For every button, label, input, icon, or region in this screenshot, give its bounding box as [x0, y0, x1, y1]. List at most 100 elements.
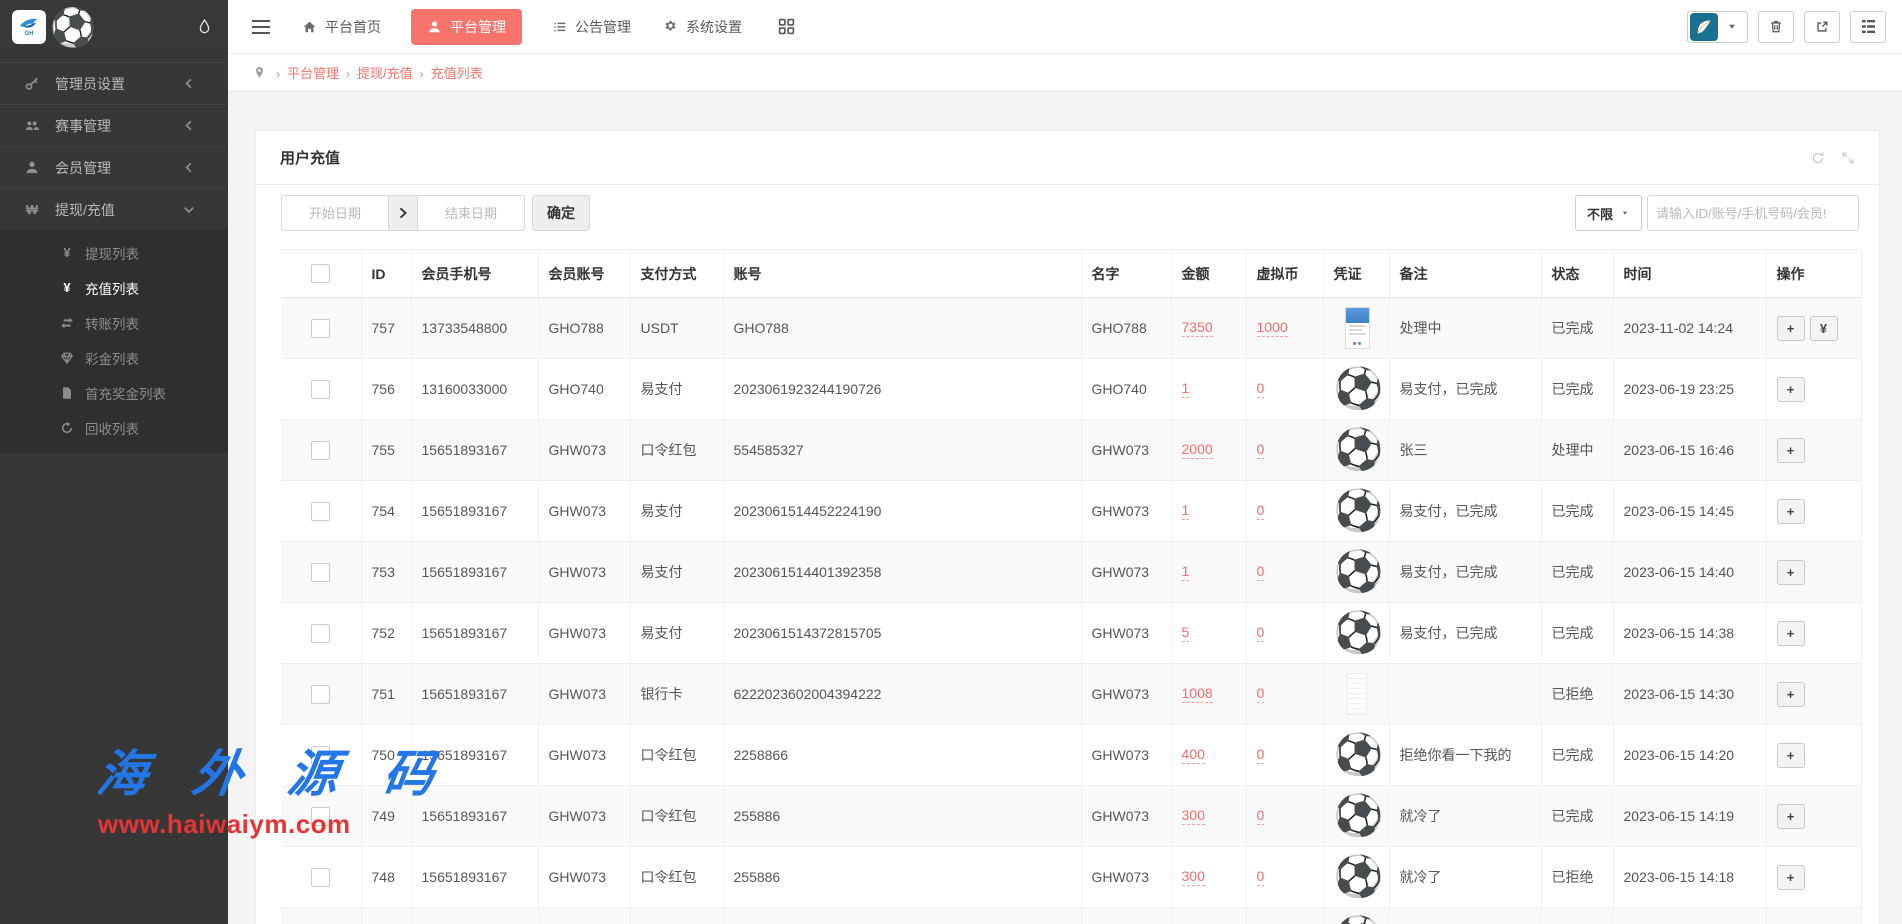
sidebar-item-label: 会员管理 — [55, 158, 111, 178]
row-checkbox[interactable] — [311, 685, 330, 704]
virtual-coin-link[interactable]: 0 — [1257, 807, 1265, 825]
sidebar-subitem-transfer-list[interactable]: 转账列表 — [0, 305, 228, 340]
virtual-coin-link[interactable]: 0 — [1257, 746, 1265, 764]
virtual-coin-link[interactable]: 0 — [1257, 441, 1265, 459]
amount-link[interactable]: 1 — [1182, 502, 1190, 520]
row-checkbox[interactable] — [311, 563, 330, 582]
sidebar-item-match-manage[interactable]: 赛事管理 — [0, 104, 228, 146]
expand-row-button[interactable]: + — [1777, 621, 1805, 646]
voucher-soccer-ball[interactable]: ⚽ — [1334, 430, 1384, 470]
amount-link[interactable]: 7350 — [1182, 319, 1213, 337]
expand-row-button[interactable]: + — [1777, 865, 1805, 890]
row-checkbox[interactable] — [311, 624, 330, 643]
grid-icon[interactable] — [778, 18, 795, 35]
expand-row-button[interactable]: + — [1777, 499, 1805, 524]
row-checkbox[interactable] — [311, 746, 330, 765]
cell-ops: + — [1766, 847, 1861, 908]
breadcrumb-separator: › — [346, 67, 350, 81]
end-date-input[interactable] — [417, 195, 525, 231]
expand-row-button[interactable]: + — [1777, 804, 1805, 829]
hamburger-icon[interactable] — [252, 20, 270, 34]
expand-row-button[interactable]: + — [1777, 377, 1805, 402]
cell-remark: 易支付，已完成 — [1389, 542, 1541, 603]
nav-item-platform-home[interactable]: 平台首页 — [300, 9, 383, 45]
virtual-coin-link[interactable]: 0 — [1257, 868, 1265, 886]
breadcrumb-link[interactable]: 平台管理 — [287, 66, 339, 81]
row-checkbox[interactable] — [311, 319, 330, 338]
recharge-panel: 用户充值 确定 — [255, 130, 1880, 924]
voucher-screenshot[interactable] — [1345, 307, 1370, 349]
virtual-coin-link[interactable]: 0 — [1257, 380, 1265, 398]
bird-logo: GH — [12, 10, 46, 44]
expand-icon[interactable] — [1841, 151, 1855, 165]
sidebar-subitem-first-recharge-bonus-list[interactable]: 首充奖金列表 — [0, 375, 228, 410]
sidebar-submenu: ¥提现列表 ¥充值列表 转账列表 彩金列表 首充奖金列表 回收列表 — [0, 230, 228, 453]
expand-row-button[interactable]: + — [1777, 743, 1805, 768]
amount-link[interactable]: 300 — [1182, 807, 1205, 825]
sidebar-item-member-manage[interactable]: 会员管理 — [0, 146, 228, 188]
scope-dropdown-button[interactable]: 不限 — [1575, 195, 1642, 231]
virtual-coin-link[interactable]: 0 — [1257, 685, 1265, 703]
cell-member-account: GHW073 — [538, 542, 630, 603]
row-checkbox[interactable] — [311, 380, 330, 399]
voucher-receipt[interactable] — [1347, 673, 1367, 715]
row-checkbox[interactable] — [311, 441, 330, 460]
nav-item-platform-manage[interactable]: 平台管理 — [411, 9, 522, 45]
sidebar-subitem-recharge-list[interactable]: ¥充值列表 — [0, 270, 228, 305]
voucher-soccer-ball[interactable]: ⚽ — [1334, 552, 1384, 592]
cell-phone: 13160033000 — [411, 359, 538, 420]
table-header-8: 虚拟币 — [1246, 250, 1323, 298]
breadcrumb-link[interactable]: 提现/充值 — [357, 66, 413, 81]
virtual-coin-link[interactable]: 0 — [1257, 563, 1265, 581]
table-row: 756 13160033000 GHO740 易支付 2023061923244… — [281, 359, 1861, 420]
amount-link[interactable]: 1008 — [1182, 685, 1213, 703]
account-dropdown-button[interactable] — [1687, 11, 1748, 43]
voucher-soccer-ball[interactable]: ⚽ — [1334, 918, 1384, 924]
sidebar-subitem-label: 回收列表 — [85, 418, 139, 438]
voucher-soccer-ball[interactable]: ⚽ — [1334, 857, 1384, 897]
virtual-coin-link[interactable]: 0 — [1257, 624, 1265, 642]
amount-link[interactable]: 2000 — [1182, 441, 1213, 459]
start-date-input[interactable] — [281, 195, 389, 231]
row-checkbox[interactable] — [311, 502, 330, 521]
select-all-checkbox[interactable] — [311, 264, 330, 283]
open-external-button[interactable] — [1804, 11, 1840, 43]
amount-link[interactable]: 1 — [1182, 380, 1190, 398]
row-checkbox[interactable] — [311, 868, 330, 887]
cell-pay-type: 口令红包 — [630, 786, 723, 847]
virtual-coin-link[interactable]: 0 — [1257, 502, 1265, 520]
confirm-button[interactable]: 确定 — [532, 195, 590, 231]
sidebar-subitem-bonus-list[interactable]: 彩金列表 — [0, 340, 228, 375]
expand-row-button[interactable]: + — [1777, 682, 1805, 707]
amount-link[interactable]: 5 — [1182, 624, 1190, 642]
amount-link[interactable]: 400 — [1182, 746, 1205, 764]
sidebar-item-label: 提现/充值 — [55, 200, 115, 220]
voucher-soccer-ball[interactable]: ⚽ — [1334, 613, 1384, 653]
amount-link[interactable]: 300 — [1182, 868, 1205, 886]
voucher-soccer-ball[interactable]: ⚽ — [1334, 796, 1384, 836]
virtual-coin-link[interactable]: 1000 — [1257, 319, 1288, 337]
nav-item-announcement-manage[interactable]: 公告管理 — [550, 9, 633, 45]
row-checkbox[interactable] — [311, 807, 330, 826]
sidebar-item-admin-settings[interactable]: 管理员设置 — [0, 62, 228, 104]
expand-row-button[interactable]: + — [1777, 560, 1805, 585]
date-range-separator-button[interactable] — [388, 195, 418, 231]
voucher-soccer-ball[interactable]: ⚽ — [1334, 491, 1384, 531]
expand-row-button[interactable]: + — [1777, 316, 1805, 341]
nav-item-system-settings[interactable]: 系统设置 — [661, 9, 744, 45]
amount-adjust-button[interactable]: ¥ — [1810, 316, 1838, 341]
search-input[interactable] — [1647, 195, 1859, 231]
cell-phone: 15651893167 — [411, 603, 538, 664]
voucher-soccer-ball[interactable]: ⚽ — [1334, 369, 1384, 409]
sidebar-subitem-recycle-list[interactable]: 回收列表 — [0, 410, 228, 445]
expand-row-button[interactable]: + — [1777, 438, 1805, 463]
voucher-soccer-ball[interactable]: ⚽ — [1334, 735, 1384, 775]
layout-list-button[interactable] — [1850, 11, 1886, 43]
trash-button[interactable] — [1758, 11, 1794, 43]
sidebar-subitem-withdraw-list[interactable]: ¥提现列表 — [0, 235, 228, 270]
refresh-icon[interactable] — [1811, 151, 1825, 165]
amount-link[interactable]: 1 — [1182, 563, 1190, 581]
sidebar-item-withdraw-recharge[interactable]: ₩提现/充值 — [0, 188, 228, 230]
filter-row: 确定 不限 — [281, 195, 1859, 231]
breadcrumb-link[interactable]: 充值列表 — [431, 66, 483, 81]
